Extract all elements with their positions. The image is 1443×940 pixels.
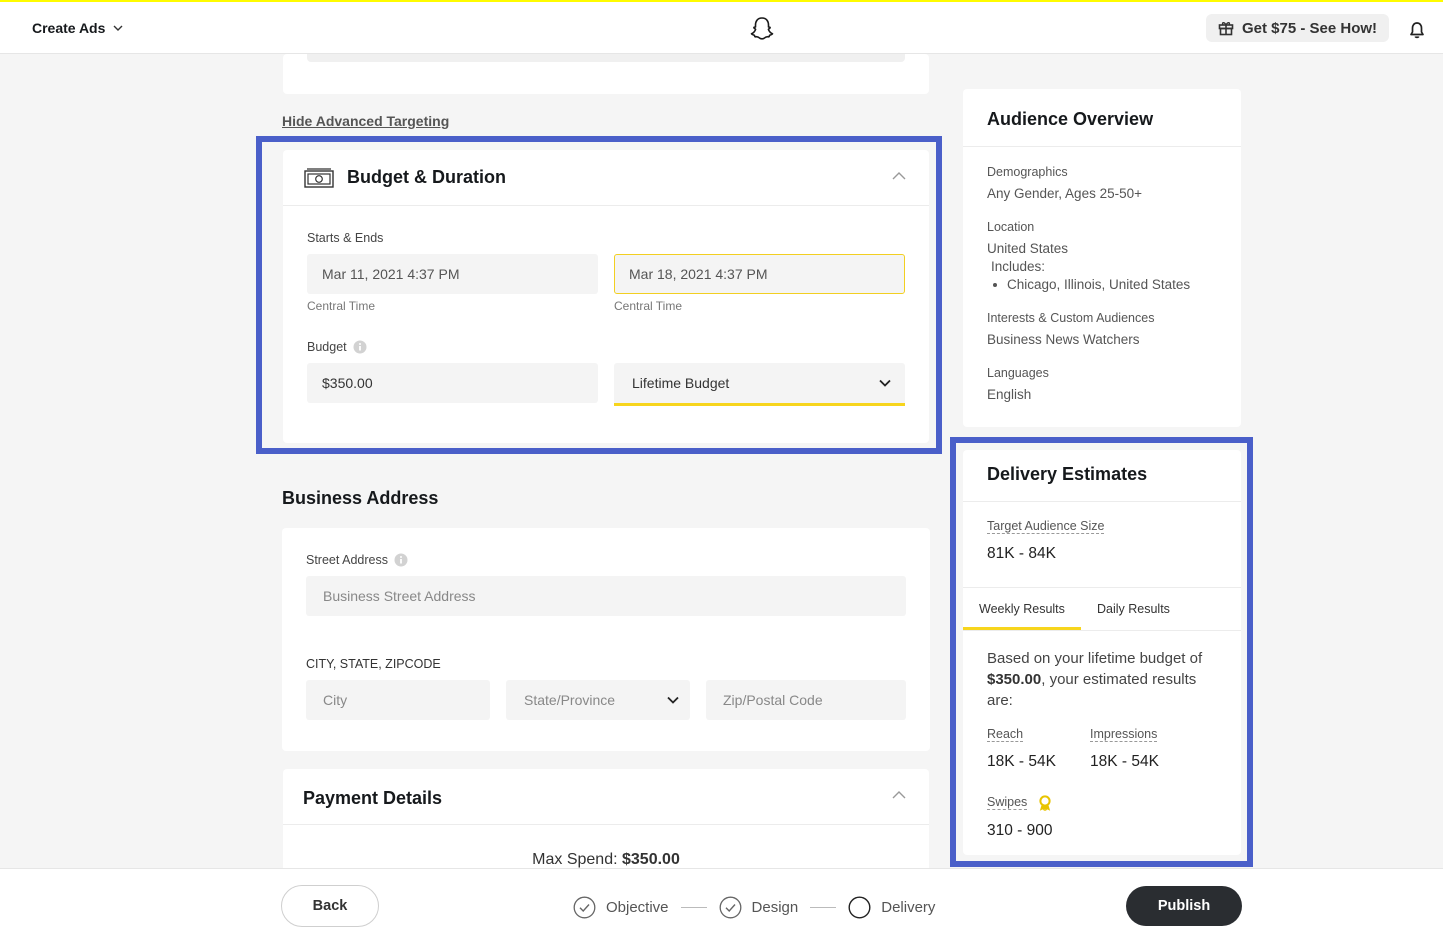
chevron-down-icon — [667, 696, 679, 704]
demographics-label: Demographics — [987, 165, 1068, 179]
zip-input[interactable]: Zip/Postal Code — [706, 680, 906, 720]
create-ads-menu[interactable]: Create Ads — [32, 20, 123, 36]
location-label: Location — [987, 220, 1035, 234]
max-spend-value: $350.00 — [622, 851, 680, 868]
step-design-label: Design — [751, 899, 799, 916]
gift-icon — [1218, 22, 1234, 36]
max-spend-label: Max Spend: — [532, 851, 618, 868]
publish-button[interactable]: Publish — [1126, 886, 1242, 926]
street-label-row: Street Address — [306, 553, 408, 567]
empty-circle-icon — [848, 896, 871, 919]
back-button[interactable]: Back — [281, 885, 379, 927]
snapchat-ghost-icon[interactable] — [748, 15, 776, 43]
includes-item-text: Chicago, Illinois, United States — [1007, 277, 1191, 292]
city-input[interactable]: City — [306, 680, 490, 720]
street-address-input[interactable]: Business Street Address — [306, 576, 906, 616]
demographics-value: Any Gender, Ages 25-50+ — [987, 186, 1142, 201]
payment-card-header[interactable]: Payment Details — [283, 769, 929, 825]
budget-highlight-box — [256, 136, 942, 454]
step-connector — [680, 907, 707, 908]
step-objective[interactable]: Objective — [573, 896, 669, 919]
audience-overview-title: Audience Overview — [987, 109, 1154, 129]
city-state-zip-label: CITY, STATE, ZIPCODE — [306, 657, 441, 671]
street-label: Street Address — [306, 553, 388, 567]
divider — [963, 146, 1241, 147]
state-placeholder: State/Province — [524, 692, 616, 708]
bullet — [993, 282, 997, 287]
business-address-card: Street Address Business Street Address C… — [282, 528, 930, 751]
chevron-down-icon — [113, 25, 123, 31]
promo-button[interactable]: Get $75 - See How! — [1206, 14, 1390, 42]
includes-label: Includes: — [991, 259, 1046, 274]
bell-icon[interactable] — [1407, 20, 1427, 40]
includes-item: Chicago, Illinois, United States — [993, 277, 1190, 292]
interests-label: Interests & Custom Audiences — [987, 311, 1155, 325]
chevron-up-icon[interactable] — [891, 789, 907, 801]
step-connector — [810, 907, 837, 908]
check-circle-icon — [573, 896, 596, 919]
info-icon[interactable] — [394, 553, 408, 567]
max-spend: Max Spend: $350.00 — [283, 851, 929, 869]
payment-title: Payment Details — [303, 788, 443, 808]
step-delivery-label: Delivery — [881, 899, 936, 916]
audience-overview-card: Audience Overview Demographics Any Gende… — [963, 89, 1241, 427]
hide-advanced-targeting-link[interactable]: Hide Advanced Targeting — [282, 113, 449, 129]
promo-label: Get $75 - See How! — [1242, 19, 1378, 37]
payment-details-card: Payment Details Max Spend: $350.00 — [283, 769, 929, 879]
step-design[interactable]: Design — [719, 896, 799, 919]
create-ads-label: Create Ads — [32, 20, 106, 36]
step-delivery[interactable]: Delivery — [848, 896, 935, 919]
previous-input-strip — [307, 54, 905, 62]
check-circle-icon — [719, 896, 741, 919]
business-address-title: Business Address — [282, 488, 439, 508]
top-bar: Create Ads Get $75 - See How! — [0, 0, 1443, 54]
languages-value: English — [987, 387, 1032, 402]
state-select[interactable]: State/Province — [506, 680, 690, 720]
footer-bar: Back Objective Design Delivery Publish — [0, 868, 1443, 940]
step-objective-label: Objective — [606, 899, 669, 916]
languages-label: Languages — [987, 366, 1049, 380]
delivery-highlight-box — [950, 437, 1253, 867]
location-value: United States — [987, 241, 1069, 256]
interests-value: Business News Watchers — [987, 332, 1140, 347]
progress-steps: Objective Design Delivery — [573, 896, 935, 919]
previous-section-card — [283, 54, 929, 94]
